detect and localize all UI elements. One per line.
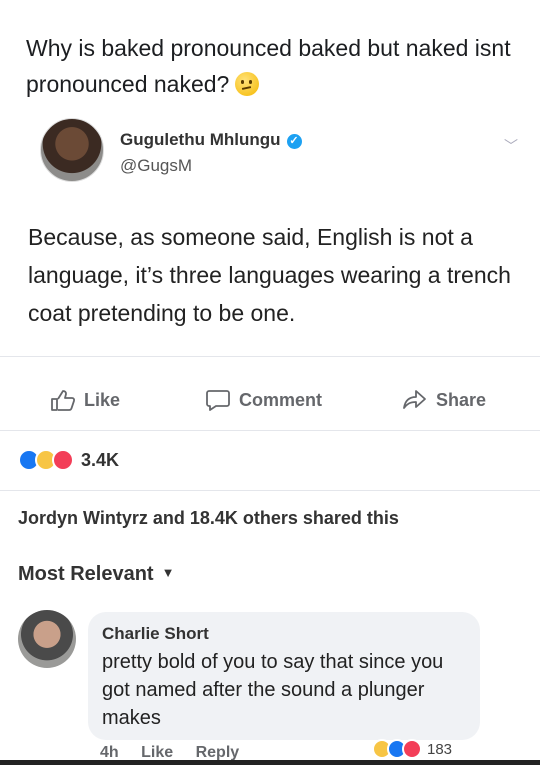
post-text: Why is baked pronounced baked but naked … xyxy=(26,30,516,102)
verified-badge-icon: ✓ xyxy=(286,134,302,149)
chevron-down-icon: ▼ xyxy=(161,565,175,580)
share-icon xyxy=(403,390,426,409)
comment-author[interactable]: Charlie Short xyxy=(102,624,209,644)
post-text-content: Why is baked pronounced baked but naked … xyxy=(26,35,511,97)
comment-like-link[interactable]: Like xyxy=(141,744,173,761)
comment-reactions[interactable]: 183 xyxy=(372,738,452,760)
comment-sort-dropdown[interactable]: Most Relevant ▼ xyxy=(18,563,174,586)
post-actions: Like Comment Share xyxy=(0,376,540,426)
comment-reaction-count: 183 xyxy=(427,740,453,758)
divider xyxy=(0,430,540,431)
reaction-count[interactable]: 3.4K xyxy=(81,450,119,471)
comment-label: Comment xyxy=(239,389,323,410)
shared-summary[interactable]: Jordyn Wintyrz and 18.4K others shared t… xyxy=(18,508,399,529)
comment-sort-label: Most Relevant xyxy=(18,563,154,585)
reaction-summary[interactable]: 3.4K xyxy=(18,447,119,473)
like-button[interactable]: Like xyxy=(50,388,120,412)
comment-avatar[interactable] xyxy=(18,610,76,668)
comment-reply-link[interactable]: Reply xyxy=(196,744,240,761)
comment-bubble: Charlie Short pretty bold of you to say … xyxy=(88,612,480,740)
share-label: Share xyxy=(436,389,487,410)
tweet-author-handle[interactable]: @GugsM xyxy=(120,156,192,176)
tweet-author-name-text[interactable]: Gugulethu Mhlungu xyxy=(120,130,281,149)
thinking-face-icon xyxy=(235,72,260,96)
comment-text: pretty bold of you to say that since you… xyxy=(102,651,444,729)
divider xyxy=(0,490,540,491)
thumbs-up-icon xyxy=(51,390,76,411)
comment-icon xyxy=(206,390,230,411)
tweet-body: Because, as someone said, English is not… xyxy=(28,224,511,326)
bottom-edge xyxy=(0,760,540,765)
tweet-header: Gugulethu Mhlungu ✓ @GugsM ﹀ xyxy=(40,118,530,188)
love-reaction-icon xyxy=(52,449,74,471)
comment-button[interactable]: Comment xyxy=(205,388,322,412)
tweet-author-name[interactable]: Gugulethu Mhlungu ✓ xyxy=(120,130,302,150)
comment-time[interactable]: 4h xyxy=(100,744,119,761)
chevron-down-icon[interactable]: ﹀ xyxy=(504,136,518,156)
like-label: Like xyxy=(84,389,121,410)
share-button[interactable]: Share xyxy=(402,388,486,412)
divider xyxy=(0,356,540,357)
avatar[interactable] xyxy=(40,118,104,182)
love-reaction-icon xyxy=(402,739,422,759)
